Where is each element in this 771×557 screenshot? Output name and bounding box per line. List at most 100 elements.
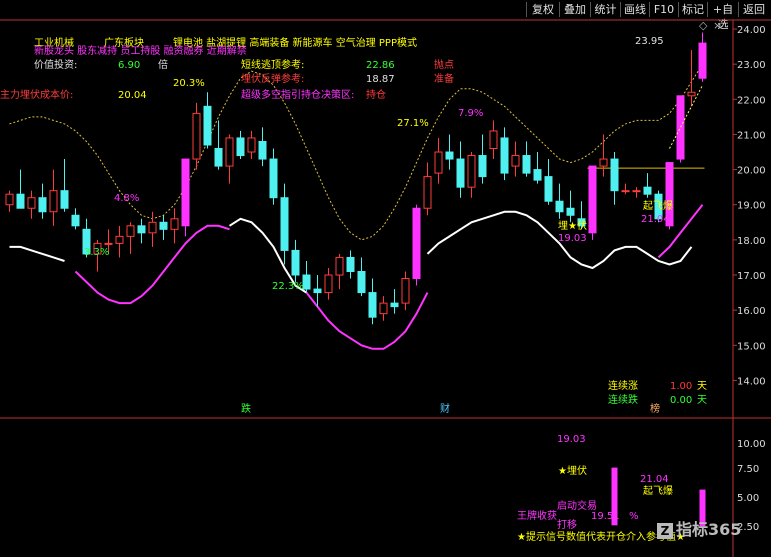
y-tick-label: 20.00 [737,166,766,177]
cost-label: 主力埋伏成本价: [0,90,74,101]
lower-magenta-path [74,204,704,350]
candle-body [621,190,630,193]
candle-body [291,249,300,276]
candle-body [467,155,476,188]
y-tick-label: 23.00 [737,60,766,71]
candle-body [170,218,179,230]
candle-body [500,137,509,174]
candle-body [632,190,641,193]
lianxu-die-value: 0.00 [670,395,693,406]
candle-body [115,235,124,244]
maifu-price: 19.03 [558,233,587,244]
candle-body [203,105,212,146]
watermark: Z 指标365 [657,516,741,540]
candle-body [38,197,47,213]
candle-body [489,130,498,150]
y-tick-label: 17.00 [737,271,766,282]
value-num: 6.90 [118,60,141,71]
sub-axis-10: 10.00 [737,439,766,450]
y-tick-label: 24.00 [737,25,766,36]
candle-body [5,193,14,206]
candle-body [643,186,652,195]
short-ma-line [669,85,703,149]
sub-axis-7-5: 7.50 [737,464,760,475]
y-tick-label: 21.00 [737,130,766,141]
sub-value-19-51: 19.51 [591,511,620,522]
candle-body [225,137,234,167]
candle-body [159,221,168,230]
pct-label-27-1: 27.1% [397,118,429,129]
y-axis-ticks: 14.00 15.00 16.00 17.00 18.00 19.00 20.00 21.00… [733,25,766,387]
candle-body [379,302,388,315]
candle-body [687,91,696,97]
upper-dashed-line [9,63,703,241]
marker-zhang: 榜 [650,404,660,415]
watermark-text: 指标365 [676,520,742,539]
candles [5,32,707,325]
candle-body [49,190,58,213]
candle-body [588,165,597,234]
candle-body [335,256,344,276]
candle-body [258,140,267,160]
candle-body [302,274,311,290]
super-label: 超级多空指引持仓决策区: [241,90,355,101]
candle-body [280,197,289,251]
candle-body [401,278,410,304]
y-tick-label: 18.00 [737,236,766,247]
short-ma-path [669,85,703,149]
settings-icon[interactable]: ◇ [699,20,707,32]
candle-body [368,292,377,318]
candle-body [610,158,619,192]
candle-body [104,242,113,245]
y-tick-label: 15.00 [737,341,766,352]
sub-price-21-04: 21.04 [640,474,669,485]
pct-label-4-8: 4.8% [114,193,140,204]
short-top-value: 22.86 [366,60,395,71]
sub-pct-sign: % [629,511,639,522]
candle-body [148,221,157,234]
close-icon[interactable]: × [713,20,722,32]
max-price-label: 23.95 [635,36,664,47]
candle-body [544,176,553,202]
candle-body [390,302,399,308]
candle-body [71,214,80,227]
y-tick-label: 14.00 [737,376,766,387]
cost-value: 20.04 [118,90,147,101]
ambush-label: 埋伏反弹参考: [241,74,305,85]
candle-body [192,112,201,160]
candle-body [456,158,465,188]
candle-body [27,197,36,209]
pct-label-22-3: 22.3% [272,281,304,292]
watermark-logo-icon: Z [657,523,673,539]
candle-body [60,190,69,209]
candle-body [533,169,542,181]
marker-cai: 财 [440,404,450,415]
y-tick-label: 19.00 [737,201,766,212]
upper-dashed-path [9,63,703,241]
qifei-price: 21.04 [641,214,670,225]
lianxu-zhang-label: 连续涨 [608,381,638,392]
concept-row2: 新股龙头 股东减持 员工持股 融资融券 近期解禁 [34,46,247,57]
candle-body [16,193,25,209]
value-label: 价值投资: [34,60,78,71]
sub-axis-5: 5.00 [737,493,760,504]
candle-body [324,274,333,294]
candle-body [214,148,223,167]
candle-body [478,155,487,178]
maifu-label: 埋★伏 [558,221,587,232]
value-unit: 倍 [158,60,168,71]
candle-body [269,158,278,199]
candle-body [445,151,454,160]
ambush-tag: 准备 [434,74,454,85]
ambush-value: 18.87 [366,74,395,85]
candle-body [137,225,146,234]
marker-die: 跌 [241,404,251,415]
candle-body [555,200,564,213]
sub-maifu-label: ★埋伏 [558,466,587,477]
sub-qifei-label: 起飞爆 [643,486,673,497]
lianxu-zhang-unit: 天 [697,381,707,392]
candle-body [313,288,322,294]
candle-body [522,155,531,174]
candle-body [676,95,685,160]
candle-body [346,256,355,272]
